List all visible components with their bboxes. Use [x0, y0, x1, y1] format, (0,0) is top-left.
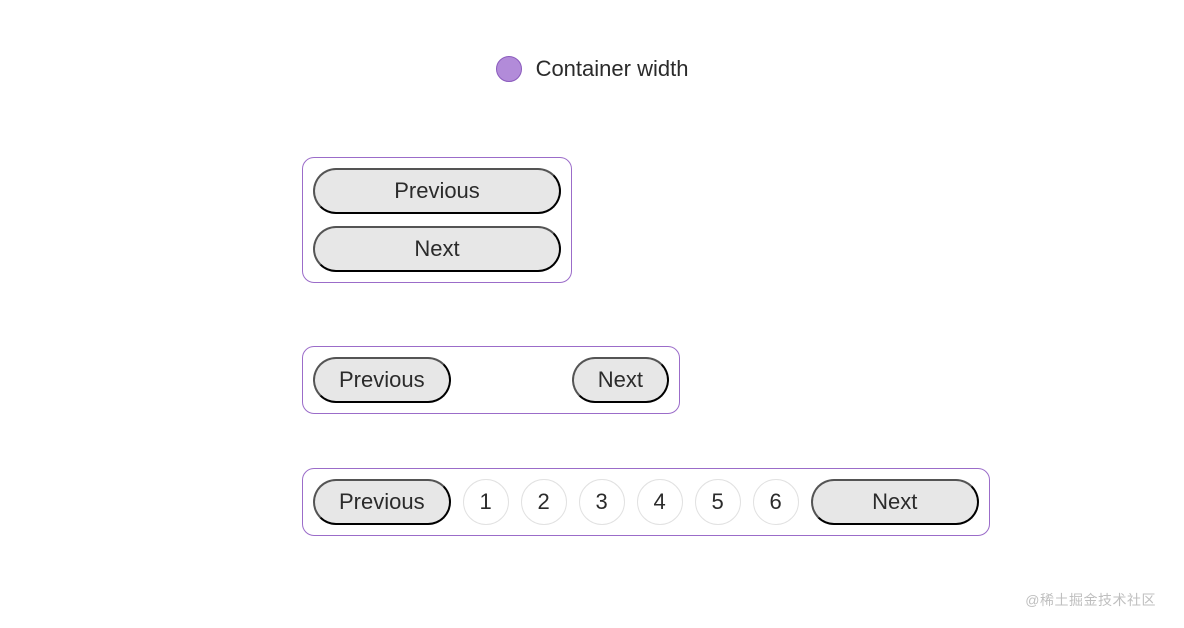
previous-button[interactable]: Previous — [313, 357, 451, 403]
previous-button[interactable]: Previous — [313, 168, 561, 214]
legend: Container width — [4, 56, 1180, 82]
next-button[interactable]: Next — [811, 479, 979, 525]
next-button[interactable]: Next — [572, 357, 669, 403]
legend-dot-icon — [496, 56, 522, 82]
page-number-3[interactable]: 3 — [579, 479, 625, 525]
page-numbers: 1 2 3 4 5 6 — [463, 479, 799, 525]
container-medium: Previous Next — [302, 346, 680, 414]
legend-label: Container width — [536, 56, 689, 82]
watermark: @稀土掘金技术社区 — [1025, 590, 1156, 610]
container-narrow: Previous Next — [302, 157, 572, 283]
page-number-5[interactable]: 5 — [695, 479, 741, 525]
container-wide: Previous 1 2 3 4 5 6 Next — [302, 468, 990, 536]
page-number-4[interactable]: 4 — [637, 479, 683, 525]
next-button[interactable]: Next — [313, 226, 561, 272]
page-number-6[interactable]: 6 — [753, 479, 799, 525]
previous-button[interactable]: Previous — [313, 479, 451, 525]
page-number-2[interactable]: 2 — [521, 479, 567, 525]
page-number-1[interactable]: 1 — [463, 479, 509, 525]
